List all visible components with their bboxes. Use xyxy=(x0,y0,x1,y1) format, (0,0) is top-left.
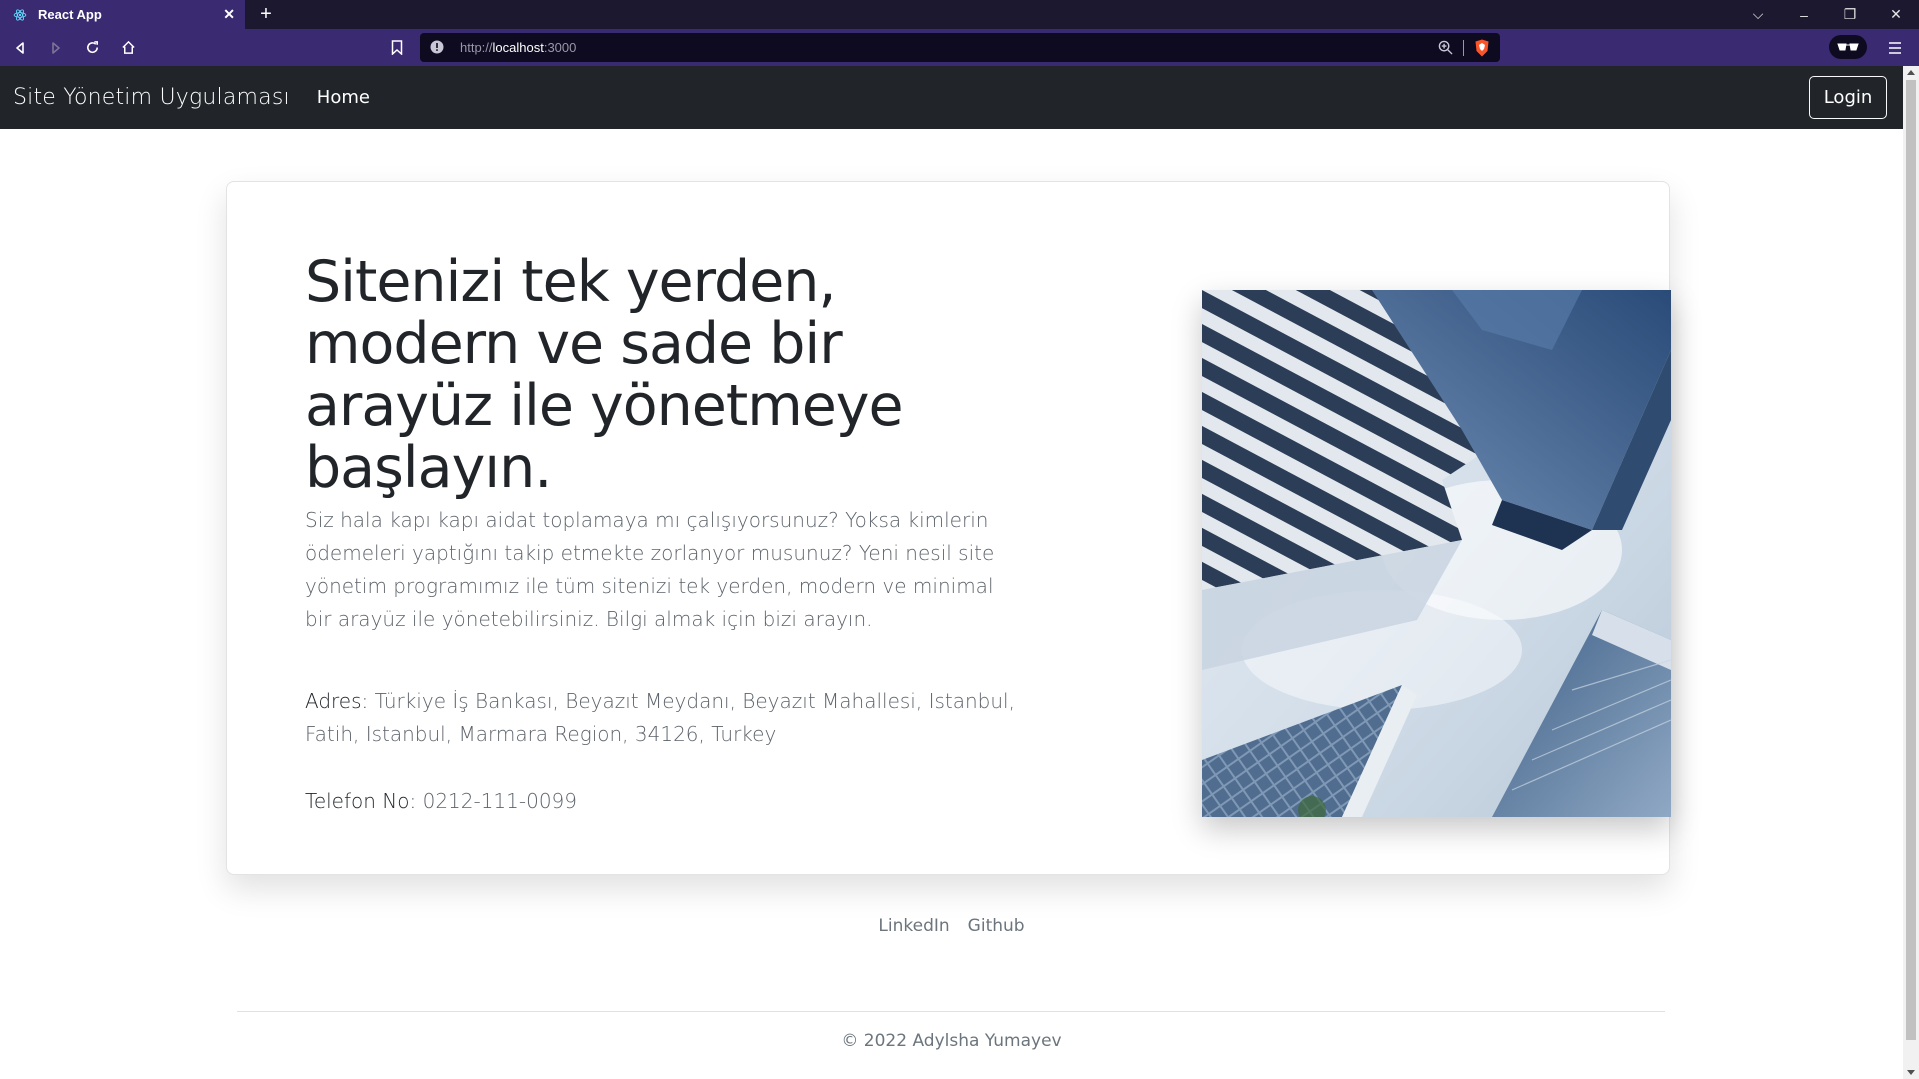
reload-button[interactable] xyxy=(76,32,108,64)
address-value: Türkiye İş Bankası, Beyazıt Meydanı, Bey… xyxy=(305,689,1015,746)
scrollbar-thumb[interactable] xyxy=(1906,80,1916,1040)
footer-copyright: © 2022 Adylsha Yumayev xyxy=(841,1031,1062,1051)
hero-card: Sitenizi tek yerden, modern ve sade bir … xyxy=(226,181,1671,875)
phone-line: Telefon No: 0212-111-0099 xyxy=(305,785,1015,818)
restore-button[interactable]: ❐ xyxy=(1827,6,1873,23)
skyscrapers-image xyxy=(1202,290,1671,817)
tab-list-dropdown-icon[interactable]: ⌵ xyxy=(1735,6,1781,23)
navbar-brand[interactable]: Site Yönetim Uygulaması xyxy=(13,85,290,110)
react-logo-icon xyxy=(12,7,28,23)
phone-label: Telefon No: xyxy=(305,789,417,813)
address-bar-actions xyxy=(1438,39,1490,57)
url-port: :3000 xyxy=(543,40,577,55)
tab-close-icon[interactable]: ✕ xyxy=(223,6,235,23)
browser-tab-bar: React App ✕ + ⌵ – ❐ ✕ xyxy=(0,0,1919,29)
url-text: http://localhost:3000 xyxy=(460,40,576,55)
site-info-icon[interactable] xyxy=(430,40,446,56)
footer-link-github[interactable]: Github xyxy=(968,916,1025,936)
address-bar-divider xyxy=(1463,39,1464,56)
login-button[interactable]: Login xyxy=(1809,76,1887,119)
browser-tab-active[interactable]: React App ✕ xyxy=(0,0,245,29)
address-line: Adres: Türkiye İş Bankası, Beyazıt Meyda… xyxy=(305,685,1015,751)
hero-description: Siz hala kapı kapı aidat toplamaya mı ça… xyxy=(305,508,995,631)
window-controls: ⌵ – ❐ ✕ xyxy=(1735,0,1919,29)
page-scrollbar[interactable] xyxy=(1903,66,1919,1079)
address-bar[interactable]: http://localhost:3000 xyxy=(420,33,1500,62)
footer-divider xyxy=(237,1011,1665,1012)
forward-arrow-icon xyxy=(52,41,60,54)
minimize-button[interactable]: – xyxy=(1781,7,1827,23)
footer-links: LinkedIn Github xyxy=(0,916,1903,936)
reload-icon xyxy=(86,41,98,54)
extension-button[interactable] xyxy=(1829,35,1867,59)
address-label: Adres: xyxy=(305,689,369,713)
back-arrow-icon xyxy=(16,41,24,54)
url-host: localhost xyxy=(492,40,544,55)
scroll-up-arrow-icon[interactable] xyxy=(1907,70,1915,75)
brave-shield-icon[interactable] xyxy=(1474,39,1490,57)
browser-menu-button[interactable] xyxy=(1884,37,1906,59)
page-viewport: Site Yönetim Uygulaması Home Login Siten… xyxy=(0,66,1903,1079)
url-scheme: http:// xyxy=(460,40,493,55)
back-button[interactable] xyxy=(4,32,36,64)
site-navbar: Site Yönetim Uygulaması Home Login xyxy=(0,66,1903,129)
home-icon xyxy=(121,40,135,54)
bookmark-icon xyxy=(391,39,403,55)
glasses-icon xyxy=(1837,43,1859,51)
scroll-down-arrow-icon[interactable] xyxy=(1907,1070,1915,1075)
close-window-button[interactable]: ✕ xyxy=(1873,6,1919,23)
tab-title: React App xyxy=(38,7,102,22)
home-button[interactable] xyxy=(112,32,144,64)
new-tab-button[interactable]: + xyxy=(251,0,281,29)
footer-link-linkedin[interactable]: LinkedIn xyxy=(878,916,949,936)
browser-toolbar: http://localhost:3000 xyxy=(0,29,1919,66)
forward-button[interactable] xyxy=(40,32,72,64)
bookmark-button[interactable] xyxy=(386,36,408,58)
hero-title: Sitenizi tek yerden, modern ve sade bir … xyxy=(305,249,904,501)
zoom-icon[interactable] xyxy=(1438,40,1453,55)
hamburger-menu-icon xyxy=(1889,42,1901,54)
phone-value: 0212-111-0099 xyxy=(422,789,577,813)
nav-link-home[interactable]: Home xyxy=(317,87,370,108)
